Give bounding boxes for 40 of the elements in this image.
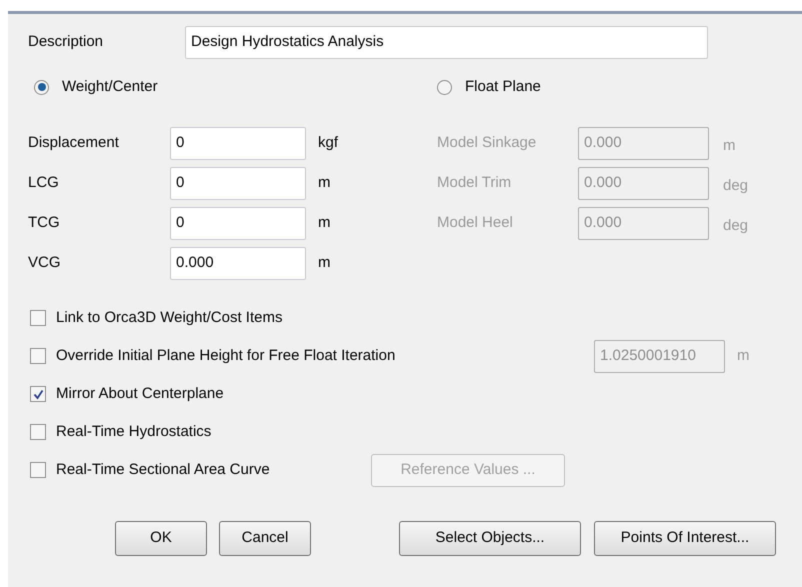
dialog-button[interactable]: Cancel — [219, 520, 311, 556]
unit-label: kgf — [318, 132, 338, 153]
checkbox-label: Override Initial Plane Height for Free Float Iteration — [56, 346, 396, 366]
dialog-button[interactable]: Select Objects... — [399, 520, 581, 556]
radio-label: Weight/Center — [62, 77, 158, 97]
description-field[interactable]: Design Hydrostatics Analysis — [185, 26, 708, 59]
checkbox[interactable] — [30, 310, 46, 326]
field-label: Model Trim — [437, 172, 512, 193]
text-field[interactable]: 0 — [170, 126, 306, 160]
field-label: TCG — [27, 212, 61, 233]
unit-label: deg — [723, 216, 748, 236]
checkmark-icon — [32, 388, 44, 400]
checkbox[interactable] — [30, 462, 46, 478]
checkbox-label: Mirror About Centerplane — [56, 384, 224, 404]
checkbox[interactable] — [30, 424, 46, 440]
field-label: LCG — [27, 172, 60, 193]
field-label: VCG — [27, 252, 62, 273]
text-field[interactable]: 0 — [170, 206, 306, 240]
field-label: Displacement — [27, 132, 120, 153]
unit-label: m — [318, 172, 330, 193]
checkbox-label: Real-Time Hydrostatics — [56, 422, 212, 442]
unit-label: m — [318, 252, 330, 273]
checkbox-label: Real-Time Sectional Area Curve — [56, 460, 271, 480]
description-label: Description — [28, 32, 104, 52]
radio-label: Float Plane — [465, 77, 541, 97]
unit-label: m — [723, 136, 736, 156]
checkbox-label: Link to Orca3D Weight/Cost Items — [56, 308, 282, 328]
unit-label: m — [318, 212, 330, 233]
checkbox[interactable] — [30, 348, 46, 364]
radio-button[interactable] — [437, 80, 452, 95]
dialog-button[interactable]: Points Of Interest... — [594, 520, 776, 556]
unit-label: m — [737, 346, 750, 366]
field-label: Model Sinkage — [437, 132, 538, 153]
checkbox[interactable] — [30, 386, 46, 402]
field-label: Model Heel — [437, 212, 514, 233]
text-field[interactable]: 0.000 — [170, 246, 306, 280]
radio-button[interactable] — [34, 80, 49, 95]
text-field[interactable]: 0 — [170, 166, 306, 200]
unit-label: deg — [723, 176, 748, 196]
dialog-button[interactable]: OK — [115, 520, 207, 556]
